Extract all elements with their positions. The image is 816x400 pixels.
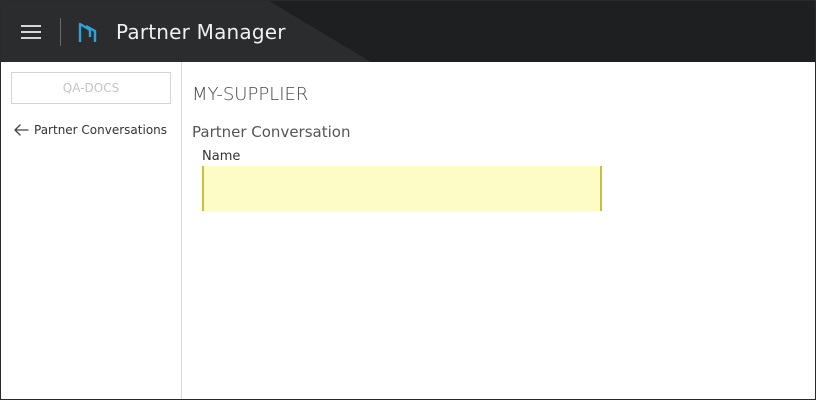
- app-logo-icon: [78, 22, 97, 42]
- sidebar: QA-DOCS Partner Conversations: [1, 62, 182, 399]
- app-window: Partner Manager QA-DOCS Partner Conversa…: [0, 0, 816, 400]
- arrow-left-icon: [14, 124, 29, 136]
- back-link-label: Partner Conversations: [34, 123, 168, 137]
- top-header-bar: Partner Manager: [1, 1, 815, 62]
- hamburger-menu-icon[interactable]: [15, 19, 47, 45]
- main-content: MY-SUPPLIER Partner Conversation Name: [182, 62, 815, 399]
- supplier-name: MY-SUPPLIER: [192, 84, 309, 105]
- section-title: Partner Conversation: [192, 123, 351, 141]
- app-title: Partner Manager: [116, 20, 286, 44]
- organization-selector[interactable]: QA-DOCS: [11, 72, 171, 104]
- header-divider: [60, 18, 61, 46]
- back-to-partner-conversations-link[interactable]: Partner Conversations: [13, 121, 167, 139]
- name-field-label: Name: [202, 149, 241, 164]
- name-input[interactable]: [202, 166, 602, 211]
